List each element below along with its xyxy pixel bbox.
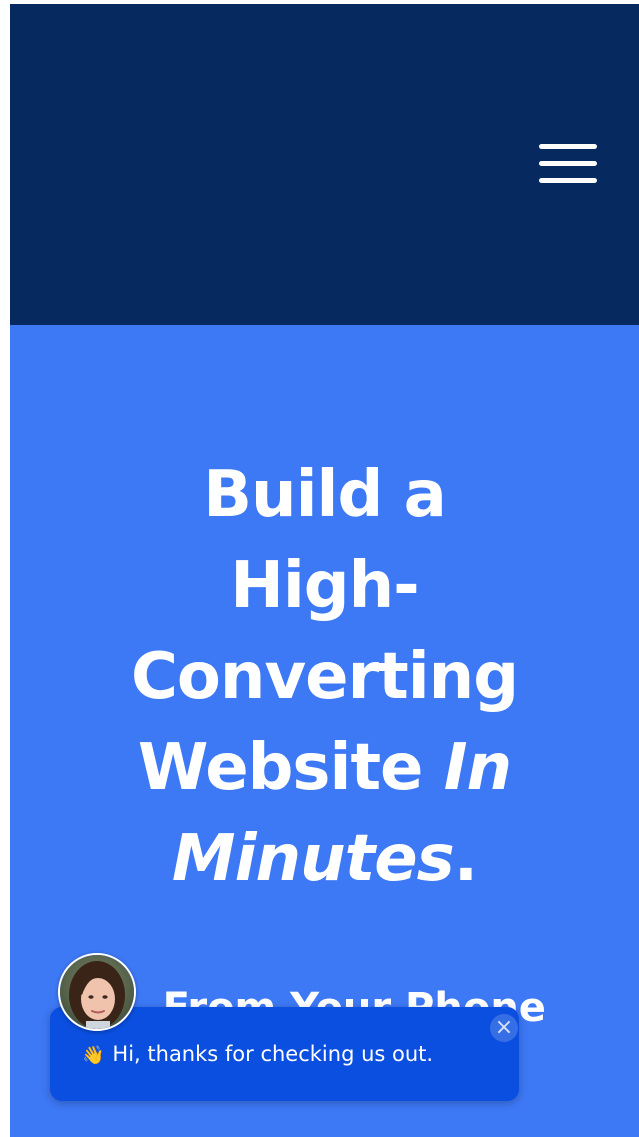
- headline-line-4: Website In: [10, 723, 639, 814]
- chat-message-text: Hi, thanks for checking us out.: [112, 1042, 434, 1066]
- chat-close-button[interactable]: ×: [490, 1014, 518, 1042]
- close-icon: ×: [494, 1015, 514, 1040]
- page-viewport: Build a High- Converting Website In Minu…: [10, 4, 639, 1137]
- headline-italic-minutes: Minutes: [171, 822, 455, 896]
- chat-message: 👋 Hi, thanks for checking us out.: [82, 1041, 433, 1069]
- chat-agent-avatar[interactable]: [58, 953, 136, 1031]
- headline-italic-in: In: [443, 731, 512, 805]
- headline-line-2: High-: [230, 549, 419, 623]
- headline-word-website: Website: [137, 731, 424, 805]
- headline-line-3: Converting: [130, 640, 519, 714]
- waving-hand-icon: 👋: [82, 1045, 105, 1066]
- site-header: [10, 4, 639, 325]
- hamburger-menu-icon: [539, 144, 597, 149]
- hamburger-menu-button[interactable]: [534, 140, 598, 188]
- hamburger-menu-icon-bar-2: [539, 161, 597, 166]
- hamburger-menu-icon-bar-3: [539, 178, 597, 183]
- avatar-portrait-image: [60, 955, 134, 1029]
- headline-line-5: Minutes.: [10, 814, 639, 905]
- hero-headline: Build a High- Converting Website In Minu…: [10, 450, 639, 905]
- headline-period: .: [453, 822, 478, 896]
- headline-line-1: Build a: [203, 458, 447, 532]
